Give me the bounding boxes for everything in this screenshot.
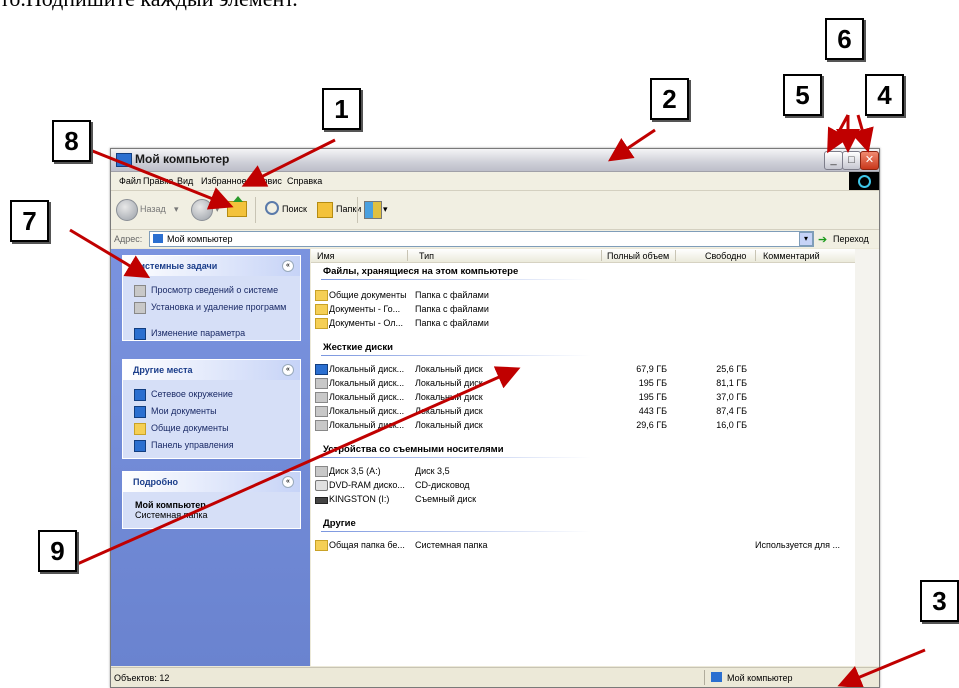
callout-arrow-1 bbox=[241, 138, 336, 187]
callout-4: 4 bbox=[865, 74, 904, 116]
callout-8: 8 bbox=[52, 120, 91, 162]
callout-arrow-8 bbox=[89, 148, 234, 210]
callout-1: 1 bbox=[322, 88, 361, 130]
callout-3: 3 bbox=[920, 580, 959, 622]
callout-arrow-5 bbox=[827, 114, 850, 154]
callout-arrow-4 bbox=[850, 114, 874, 153]
callout-2: 2 bbox=[650, 78, 689, 120]
callout-7: 7 bbox=[10, 200, 49, 242]
callout-9: 9 bbox=[38, 530, 77, 572]
callout-5: 5 bbox=[783, 74, 822, 116]
callout-arrow-7 bbox=[69, 228, 151, 279]
callout-arrow-3 bbox=[837, 648, 926, 687]
callout-arrow-2 bbox=[608, 128, 656, 162]
callout-6: 6 bbox=[825, 18, 864, 60]
callout-arrow-9 bbox=[74, 366, 521, 567]
